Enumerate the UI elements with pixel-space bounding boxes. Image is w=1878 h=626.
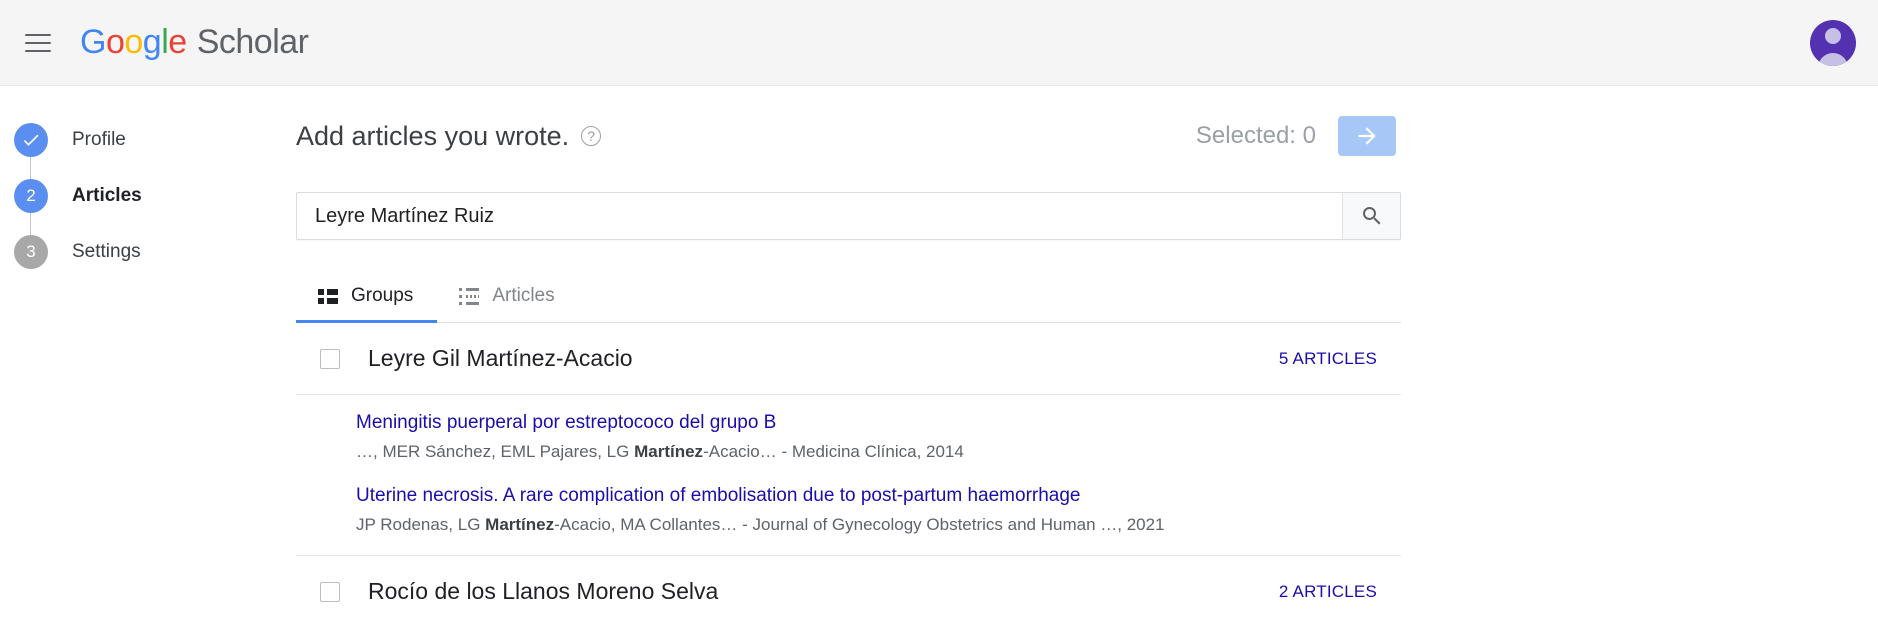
group-checkbox[interactable]	[320, 581, 340, 602]
table-row[interactable]: Rocío de los Llanos Moreno Selva 2 ARTIC…	[296, 556, 1401, 626]
logo-letter-e: e	[168, 23, 187, 61]
tab-label-articles: Articles	[492, 285, 555, 306]
hamburger-bar	[25, 41, 51, 44]
tab-groups[interactable]: Groups	[296, 270, 438, 323]
avatar-head	[1825, 27, 1841, 44]
arrow-right-icon	[1358, 127, 1376, 145]
help-question-icon[interactable]: ?	[581, 126, 602, 146]
main-content: Add articles you wrote. ? Selected: 0 Le…	[296, 86, 1456, 626]
logo-letter-g2: g	[142, 23, 162, 61]
hamburger-menu-icon[interactable]	[14, 19, 62, 67]
article-meta-post: -Acacio… - Medicina Clínica, 2014	[703, 441, 964, 461]
hamburger-bar	[25, 49, 51, 52]
groups-list-icon	[318, 288, 338, 304]
sidebar-item-profile[interactable]: Profile	[0, 112, 296, 179]
sidebar-item-articles[interactable]: 2 Articles	[0, 168, 296, 235]
step-marker-profile	[14, 123, 48, 157]
selected-count-label: Selected: 0	[1195, 122, 1316, 149]
search-submit-button[interactable]	[1342, 193, 1400, 239]
table-row[interactable]: Leyre Gil Martínez-Acacio 5 ARTICLES	[296, 323, 1401, 395]
list-item: Meningitis puerperal por estreptococo de…	[356, 409, 1401, 464]
group-author-name: Leyre Gil Martínez-Acacio	[368, 345, 633, 371]
page-title: Add articles you wrote.	[296, 120, 570, 151]
article-meta-post: -Acacio, MA Collantes… - Journal of Gyne…	[554, 514, 1165, 534]
logo-letter-l: l	[161, 23, 169, 61]
article-title-link[interactable]: Uterine necrosis. A rare complication of…	[356, 482, 1401, 510]
sidebar-item-settings[interactable]: 3 Settings	[0, 224, 296, 280]
tab-articles[interactable]: Articles	[437, 270, 578, 322]
step-connector	[30, 157, 31, 179]
sidebar-item-label-profile: Profile	[72, 129, 126, 150]
article-meta: JP Rodenas, LG Martínez-Acacio, MA Colla…	[356, 512, 1401, 538]
logo-letter-o2: o	[124, 23, 143, 61]
search-bar	[296, 192, 1401, 240]
next-step-button[interactable]	[1338, 116, 1396, 156]
title-row: Add articles you wrote. ? Selected: 0	[296, 104, 1396, 168]
group-article-count-link[interactable]: 2 ARTICLES	[1279, 582, 1377, 602]
logo-letter-o1: o	[105, 23, 125, 61]
list-item: Uterine necrosis. A rare complication of…	[356, 482, 1401, 537]
results-list: Leyre Gil Martínez-Acacio 5 ARTICLES Men…	[296, 323, 1401, 626]
search-input[interactable]	[297, 193, 1342, 239]
article-title-link[interactable]: Meningitis puerperal por estreptococo de…	[356, 409, 1401, 437]
account-avatar-icon[interactable]	[1810, 19, 1856, 66]
google-scholar-logo[interactable]: G o o g l e Scholar	[80, 23, 309, 62]
app-header: G o o g l e Scholar	[0, 0, 1878, 86]
setup-steps-sidebar: Profile 2 Articles 3 Settings	[0, 86, 296, 626]
check-icon	[23, 134, 39, 146]
results-tabs: Groups Articles	[296, 270, 1401, 323]
article-meta: …, MER Sánchez, EML Pajares, LG Martínez…	[356, 439, 1401, 465]
group-articles-block: Meningitis puerperal por estreptococo de…	[296, 395, 1401, 557]
group-checkbox[interactable]	[320, 348, 340, 369]
logo-letter-g1: G	[80, 23, 106, 61]
step-connector	[30, 213, 31, 235]
sidebar-item-label-articles: Articles	[72, 185, 142, 206]
step-marker-articles: 2	[14, 179, 48, 213]
article-meta-pre: JP Rodenas, LG	[356, 514, 486, 534]
article-meta-bold: Martínez	[485, 514, 555, 534]
article-list-icon	[459, 287, 480, 305]
article-meta-pre: …, MER Sánchez, EML Pajares, LG	[356, 441, 635, 461]
group-article-count-link[interactable]: 5 ARTICLES	[1279, 349, 1377, 369]
tab-label-groups: Groups	[351, 285, 414, 306]
logo-product-name: Scholar	[196, 23, 309, 61]
page-body: Profile 2 Articles 3 Settings Add articl…	[0, 86, 1878, 626]
step-marker-settings: 3	[14, 235, 48, 269]
sidebar-item-label-settings: Settings	[72, 241, 141, 262]
search-icon	[1362, 207, 1380, 225]
article-meta-bold: Martínez	[634, 441, 704, 461]
group-author-name: Rocío de los Llanos Moreno Selva	[368, 578, 719, 605]
avatar-body	[1818, 52, 1848, 66]
hamburger-bar	[25, 33, 51, 36]
